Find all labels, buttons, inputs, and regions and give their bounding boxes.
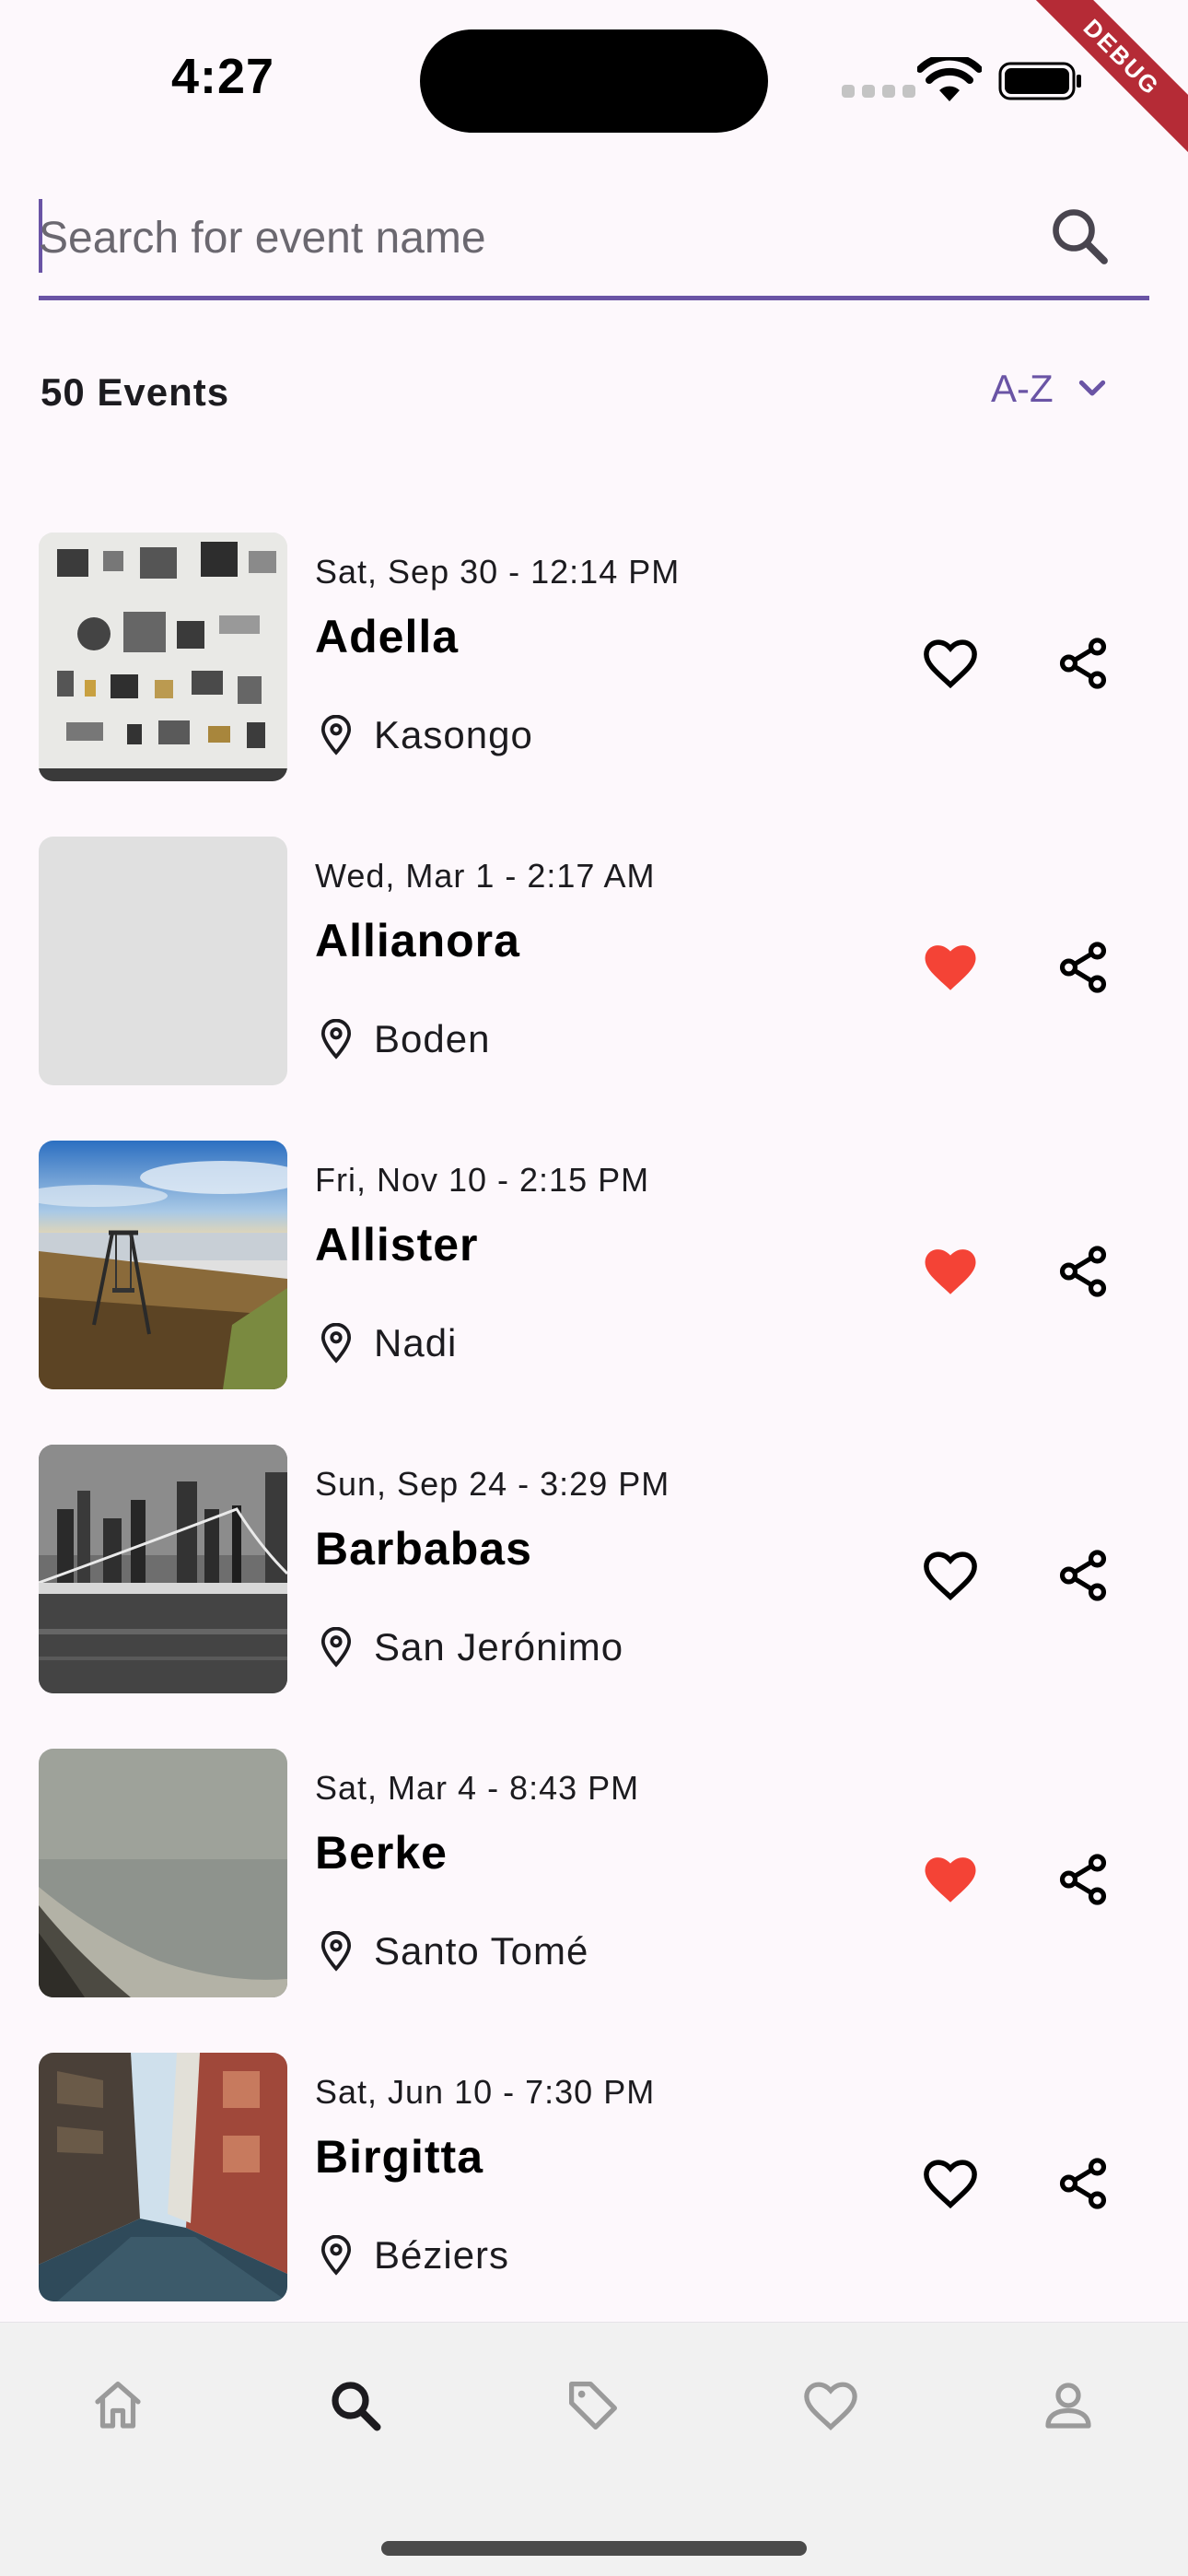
share-button[interactable] bbox=[1044, 1841, 1122, 1918]
event-name: Allister bbox=[315, 1219, 479, 1270]
share-icon bbox=[1059, 2158, 1107, 2209]
event-thumbnail bbox=[39, 1749, 287, 1997]
events-count: 50 Events bbox=[41, 370, 230, 414]
location-pin-icon bbox=[320, 2235, 352, 2276]
events-search-screen: 4:27 DEBUG 50 Events A-Z bbox=[0, 0, 1188, 2576]
foggy-beach-photo bbox=[39, 1749, 287, 1997]
event-location-label: Nadi bbox=[374, 1321, 458, 1364]
heart-filled-icon bbox=[925, 945, 976, 990]
event-list-item[interactable]: Sat, Sep 30 - 12:14 PM Adella Kasongo bbox=[0, 533, 1188, 837]
heart-outline-icon bbox=[924, 639, 977, 689]
event-thumbnail-placeholder bbox=[39, 837, 287, 1085]
event-location-label: Boden bbox=[374, 1017, 491, 1060]
event-location: Kasongo bbox=[319, 713, 533, 757]
heart-outline-icon bbox=[924, 1551, 977, 1601]
coast-swing-photo bbox=[39, 1141, 287, 1389]
favorite-button[interactable] bbox=[912, 929, 989, 1006]
tag-icon bbox=[569, 2382, 617, 2430]
event-name: Barbabas bbox=[315, 1523, 532, 1575]
heart-filled-icon bbox=[925, 1857, 976, 1903]
location-pin-icon bbox=[320, 1627, 352, 1668]
share-icon bbox=[1059, 1854, 1107, 1905]
event-location-label: Santo Tomé bbox=[374, 1929, 589, 1973]
event-list-item[interactable]: Fri, Nov 10 - 2:15 PM Allister Nadi bbox=[0, 1141, 1188, 1445]
favorite-button[interactable] bbox=[912, 2145, 989, 2222]
location-pin-icon bbox=[320, 1323, 352, 1364]
event-location-label: Kasongo bbox=[374, 713, 533, 756]
event-date: Sat, Sep 30 - 12:14 PM bbox=[315, 553, 681, 591]
event-name: Berke bbox=[315, 1827, 448, 1879]
event-date: Sat, Jun 10 - 7:30 PM bbox=[315, 2073, 656, 2111]
event-list-item[interactable]: Sat, Mar 4 - 8:43 PM Berke Santo Tomé bbox=[0, 1749, 1188, 2053]
heart-filled-icon bbox=[925, 1249, 976, 1294]
event-date: Sat, Mar 4 - 8:43 PM bbox=[315, 1769, 640, 1807]
event-date: Sun, Sep 24 - 3:29 PM bbox=[315, 1465, 670, 1503]
city-street-photo bbox=[39, 2053, 287, 2301]
sort-label: A-Z bbox=[991, 367, 1054, 410]
share-icon bbox=[1059, 942, 1107, 993]
home-icon bbox=[95, 2382, 141, 2429]
event-thumbnail bbox=[39, 533, 287, 781]
share-button[interactable] bbox=[1044, 1233, 1122, 1310]
event-location: Nadi bbox=[319, 1321, 457, 1365]
bottom-navigation-bar bbox=[0, 2322, 1188, 2576]
search-input[interactable] bbox=[39, 201, 1033, 275]
event-name: Birgitta bbox=[315, 2131, 483, 2183]
share-icon bbox=[1059, 638, 1107, 689]
event-list: Sat, Sep 30 - 12:14 PM Adella Kasongo We… bbox=[0, 533, 1188, 2357]
favorite-button[interactable] bbox=[912, 1537, 989, 1614]
location-pin-icon bbox=[320, 1019, 352, 1060]
event-location: San Jerónimo bbox=[319, 1625, 623, 1669]
flatlay-tools-photo bbox=[39, 533, 287, 781]
favorite-button[interactable] bbox=[912, 1233, 989, 1310]
status-time: 4:27 bbox=[171, 49, 275, 104]
event-location-label: Béziers bbox=[374, 2233, 510, 2277]
event-name: Allianora bbox=[315, 915, 520, 966]
search-field[interactable] bbox=[39, 188, 1149, 300]
cellular-signal-icon bbox=[842, 85, 915, 98]
event-location-label: San Jerónimo bbox=[374, 1625, 624, 1669]
event-location: Béziers bbox=[319, 2233, 509, 2277]
nav-profile[interactable] bbox=[1030, 2367, 1107, 2444]
favorite-button[interactable] bbox=[912, 625, 989, 702]
chevron-down-icon bbox=[1078, 380, 1105, 396]
favorite-button[interactable] bbox=[912, 1841, 989, 1918]
heart-icon bbox=[804, 2382, 857, 2430]
event-date: Wed, Mar 1 - 2:17 AM bbox=[315, 857, 656, 895]
share-button[interactable] bbox=[1044, 2145, 1122, 2222]
sort-dropdown[interactable]: A-Z bbox=[991, 367, 1111, 411]
person-icon bbox=[1045, 2383, 1091, 2429]
search-icon bbox=[332, 2382, 381, 2431]
search-icon[interactable] bbox=[1046, 203, 1112, 269]
wifi-icon bbox=[917, 57, 982, 101]
event-location: Santo Tomé bbox=[319, 1929, 588, 1973]
event-date: Fri, Nov 10 - 2:15 PM bbox=[315, 1161, 650, 1199]
nav-favorites[interactable] bbox=[792, 2367, 869, 2444]
event-name: Adella bbox=[315, 611, 460, 662]
nav-home[interactable] bbox=[79, 2367, 157, 2444]
location-pin-icon bbox=[320, 1931, 352, 1972]
event-list-item[interactable]: Sun, Sep 24 - 3:29 PM Barbabas San Jerón… bbox=[0, 1445, 1188, 1749]
location-pin-icon bbox=[320, 715, 352, 755]
bridge-night-photo bbox=[39, 1445, 287, 1693]
event-list-item[interactable]: Wed, Mar 1 - 2:17 AM Allianora Boden bbox=[0, 837, 1188, 1141]
nav-search[interactable] bbox=[317, 2367, 394, 2444]
event-list-item[interactable]: Sat, Jun 10 - 7:30 PM Birgitta Béziers bbox=[0, 2053, 1188, 2357]
event-location: Boden bbox=[319, 1017, 490, 1061]
event-thumbnail bbox=[39, 2053, 287, 2301]
battery-icon bbox=[998, 62, 1081, 100]
share-icon bbox=[1059, 1246, 1107, 1297]
event-thumbnail bbox=[39, 1141, 287, 1389]
share-button[interactable] bbox=[1044, 1537, 1122, 1614]
share-button[interactable] bbox=[1044, 929, 1122, 1006]
share-icon bbox=[1059, 1550, 1107, 1601]
event-thumbnail bbox=[39, 1445, 287, 1693]
dynamic-island bbox=[420, 29, 768, 133]
share-button[interactable] bbox=[1044, 625, 1122, 702]
heart-outline-icon bbox=[924, 2160, 977, 2209]
nav-tags[interactable] bbox=[554, 2367, 632, 2444]
home-indicator bbox=[381, 2541, 807, 2556]
